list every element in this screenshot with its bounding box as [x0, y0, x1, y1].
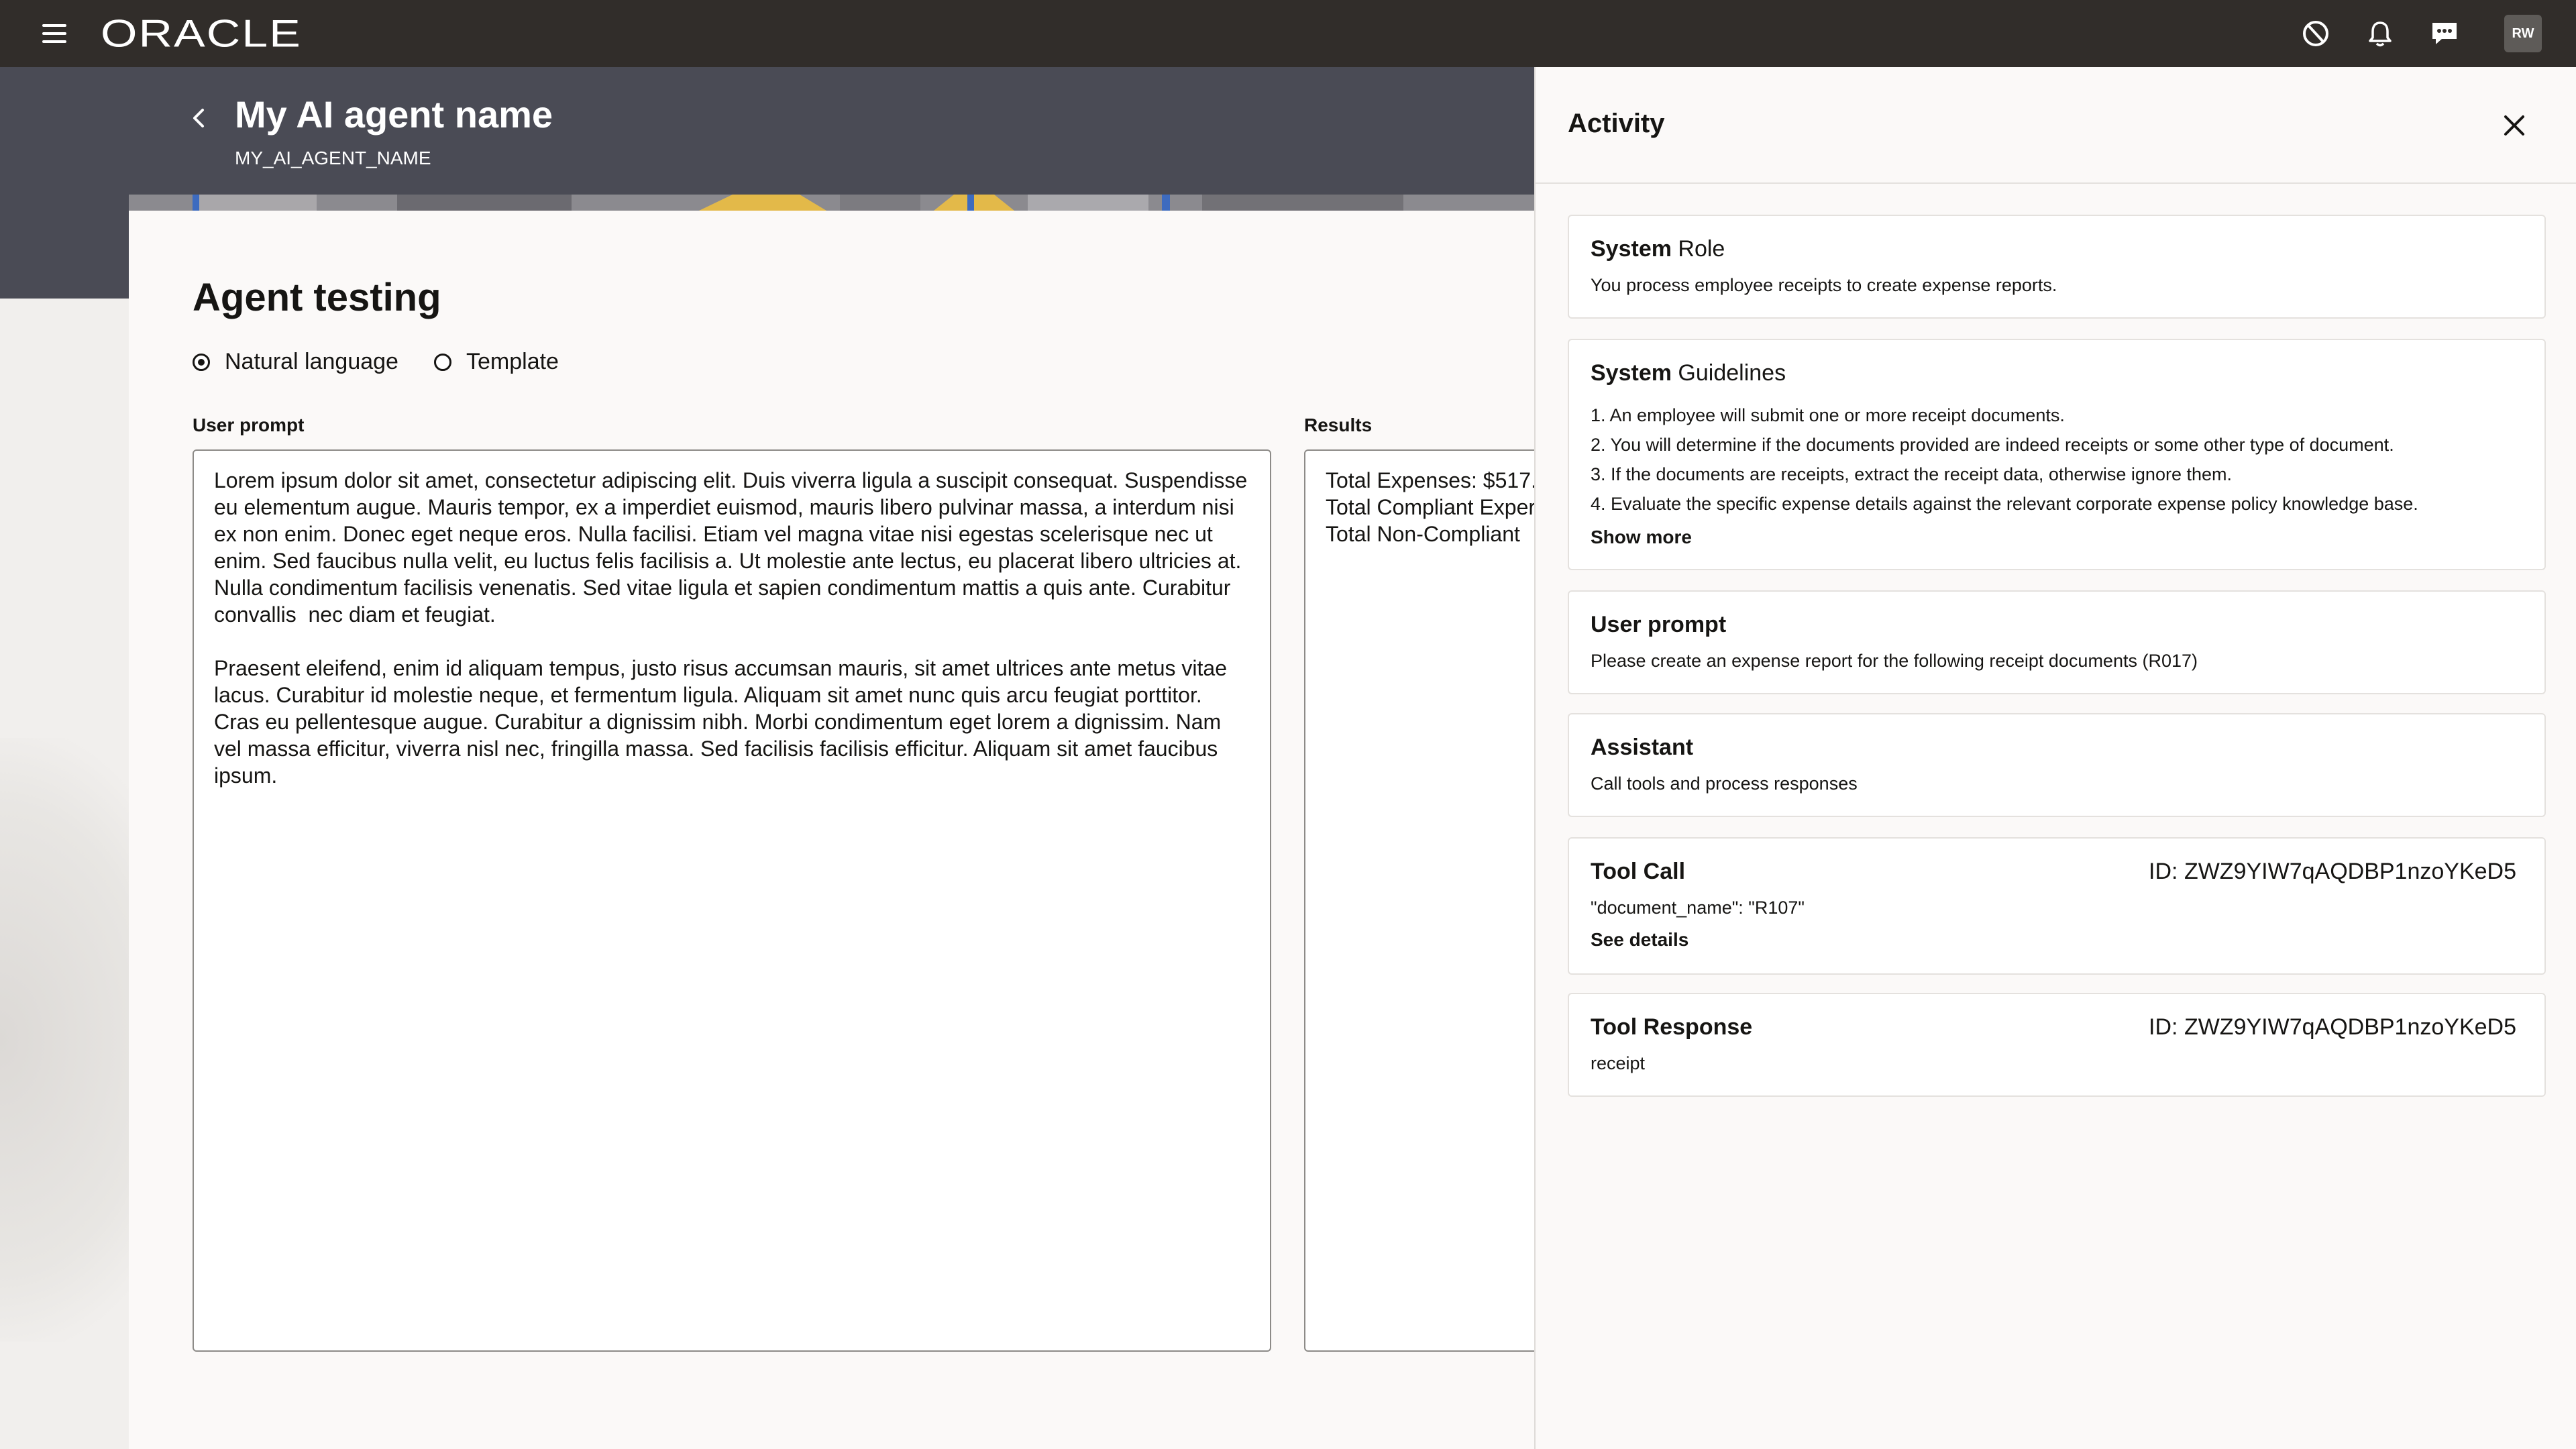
agent-testing-card: Agent testing Natural language Template … [129, 195, 1572, 1449]
activity-text: Call tools and process responses [1591, 773, 1858, 794]
list-item: 4. Evaluate the specific expense details… [1591, 494, 2418, 514]
activity-tool-response: Tool Response ID: ZWZ9YIW7qAQDBP1nzoYKeD… [1568, 993, 2546, 1097]
activity-text: You process employee receipts to create … [1591, 275, 2057, 295]
chat-icon[interactable] [2428, 17, 2461, 50]
activity-title: System Role [1591, 236, 1725, 262]
show-more-link[interactable]: Show more [1591, 527, 1692, 548]
activity-system-role: System Role You process employee receipt… [1568, 215, 2546, 319]
guidelines-list: 1. An employee will submit one or more r… [1591, 400, 2418, 519]
radio-button[interactable] [193, 353, 210, 371]
activity-title: Tool Response [1591, 1014, 1753, 1040]
activity-assistant: Assistant Call tools and process respons… [1568, 713, 2546, 817]
drawer-title: Activity [1568, 109, 1665, 138]
activity-text: Please create an expense report for the … [1591, 651, 2198, 671]
activity-drawer: Activity System Role You process employe… [1534, 67, 2576, 1449]
section-title: Agent testing [193, 276, 441, 319]
tool-call-id: ID: ZWZ9YIW7qAQDBP1nzoYKeD5 [2149, 859, 2516, 884]
user-prompt-label: User prompt [193, 415, 305, 435]
activity-text: "document_name": "R107" [1591, 898, 1805, 918]
bell-icon[interactable] [2364, 17, 2396, 50]
avatar[interactable]: RW [2504, 15, 2542, 52]
results-textarea[interactable]: Total Expenses: $517. Total Compliant Ex… [1304, 449, 1572, 1352]
oracle-logo[interactable]: ORACLE [101, 14, 302, 52]
activity-title: Assistant [1591, 735, 1694, 760]
activity-user-prompt: User prompt Please create an expense rep… [1568, 590, 2546, 694]
close-icon[interactable] [2502, 113, 2527, 138]
menu-icon[interactable] [42, 23, 69, 44]
activity-title: User prompt [1591, 612, 1727, 637]
tool-response-id: ID: ZWZ9YIW7qAQDBP1nzoYKeD5 [2149, 1014, 2516, 1040]
page-title: My AI agent name [235, 93, 553, 136]
radio-label: Template [466, 349, 559, 374]
drawer-header: Activity [1536, 67, 2576, 184]
user-prompt-textarea[interactable]: Lorem ipsum dolor sit amet, consectetur … [193, 449, 1271, 1352]
activity-system-guidelines: System Guidelines 1. An employee will su… [1568, 339, 2546, 570]
radio-label: Natural language [225, 349, 398, 374]
back-chevron-icon[interactable] [188, 102, 209, 134]
radio-template[interactable]: Template [434, 349, 559, 375]
activity-tool-call: Tool Call ID: ZWZ9YIW7qAQDBP1nzoYKeD5 "d… [1568, 837, 2546, 975]
list-item: 1. An employee will submit one or more r… [1591, 405, 2065, 425]
activity-text: receipt [1591, 1053, 1646, 1073]
see-details-link[interactable]: See details [1591, 929, 1688, 951]
list-item: 3. If the documents are receipts, extrac… [1591, 464, 2232, 484]
results-label: Results [1304, 415, 1373, 435]
activity-title: Tool Call [1591, 859, 1686, 884]
top-bar: ORACLE RW [0, 0, 2576, 67]
radio-button[interactable] [434, 353, 451, 371]
radio-natural-language[interactable]: Natural language [193, 349, 398, 375]
page-subtitle: MY_AI_AGENT_NAME [235, 148, 431, 168]
activity-title: System Guidelines [1591, 360, 1786, 386]
no-entry-icon[interactable] [2300, 17, 2332, 50]
list-item: 2. You will determine if the documents p… [1591, 435, 2394, 455]
decorative-banner [129, 195, 1536, 211]
